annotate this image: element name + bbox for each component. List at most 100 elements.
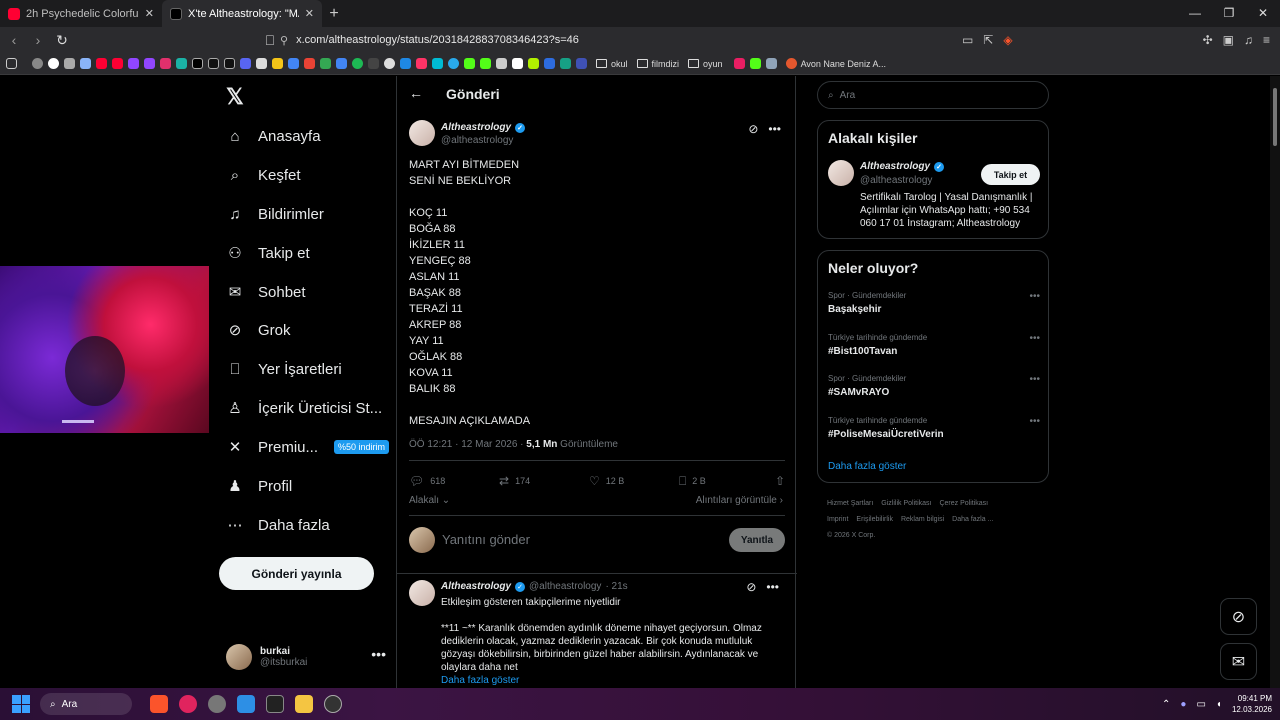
nav-item-10[interactable]: ⋯ Daha fazla bbox=[226, 511, 330, 539]
floating-video-player[interactable] bbox=[0, 266, 209, 433]
grok-icon[interactable]: ⊘ bbox=[748, 122, 758, 136]
video-progress-bar[interactable] bbox=[62, 420, 94, 423]
bookmark-icon[interactable] bbox=[336, 58, 347, 69]
avatar[interactable] bbox=[409, 580, 435, 606]
messages-fab-button[interactable]: ✉ bbox=[1220, 643, 1257, 680]
brave-shield-icon[interactable]: ◈ bbox=[1003, 33, 1012, 47]
follow-button[interactable]: Takip et bbox=[981, 164, 1040, 185]
photos-icon[interactable] bbox=[237, 695, 255, 713]
history-icon[interactable] bbox=[32, 58, 43, 69]
sidebar-icon[interactable]: ▣ bbox=[1223, 33, 1234, 47]
related-user-handle[interactable]: @altheastrology bbox=[860, 175, 932, 186]
twitch-icon[interactable] bbox=[128, 58, 139, 69]
spotify-icon[interactable] bbox=[352, 58, 363, 69]
cast-icon[interactable]: ▭ bbox=[962, 33, 973, 47]
more-options-icon[interactable]: ••• bbox=[371, 646, 386, 662]
youtube-icon[interactable] bbox=[112, 58, 123, 69]
nav-item-4[interactable]: ✉ Sohbet bbox=[226, 278, 306, 306]
reply-author-name[interactable]: Altheastrology bbox=[441, 581, 511, 592]
show-more-link[interactable]: Daha fazla göster bbox=[441, 675, 519, 686]
trend-item[interactable]: Spor · Gündemdekiler #SAMvRAYO ••• bbox=[828, 374, 1040, 398]
avatar[interactable] bbox=[828, 160, 854, 186]
github-icon[interactable] bbox=[384, 58, 395, 69]
post-button[interactable]: Gönderi yayınla bbox=[219, 557, 374, 590]
scrollbar-thumb[interactable] bbox=[1273, 88, 1277, 146]
nav-item-2[interactable]: ♫ Bildirimler bbox=[226, 200, 323, 228]
twitch-icon[interactable] bbox=[144, 58, 155, 69]
nav-item-9[interactable]: ♟ Profil bbox=[226, 472, 292, 500]
reply-input[interactable]: Yanıtını gönder bbox=[442, 532, 530, 547]
clock[interactable]: 09:41 PM 12.03.2026 bbox=[1232, 693, 1272, 715]
apps-icon[interactable] bbox=[6, 58, 17, 69]
more-options-icon[interactable]: ••• bbox=[1029, 333, 1040, 344]
bookmark-icon[interactable] bbox=[765, 58, 777, 69]
bookmark-icon[interactable] bbox=[400, 58, 411, 69]
repost-action[interactable]: ⇄ 174 bbox=[499, 474, 589, 488]
media-icon[interactable]: ♫ bbox=[1244, 33, 1253, 47]
nav-item-8[interactable]: ✕ Premiu... %50 indirim bbox=[226, 433, 390, 461]
bookmark-folder[interactable]: filmdizi bbox=[636, 59, 679, 69]
trend-item[interactable]: Spor · Gündemdekiler Başakşehir ••• bbox=[828, 291, 1040, 315]
forward-icon[interactable]: › bbox=[28, 32, 48, 48]
bookmark-icon[interactable] bbox=[64, 58, 75, 69]
bookmark-icon[interactable] bbox=[544, 58, 555, 69]
telegram-icon[interactable] bbox=[448, 58, 459, 69]
grok-icon[interactable]: ⊘ bbox=[746, 580, 756, 594]
promo-badge[interactable]: %50 indirim bbox=[334, 440, 390, 454]
trend-item[interactable]: Türkiye tarihinde gündemde #PoliseMesaiÜc… bbox=[828, 416, 1040, 440]
bookmark-icon[interactable] bbox=[432, 58, 443, 69]
reply-action[interactable]: 💬︎ 618 bbox=[409, 474, 499, 488]
nav-item-3[interactable]: ⚇ Takip et bbox=[226, 239, 309, 267]
reply-button[interactable]: Yanıtla bbox=[729, 528, 785, 552]
footer-link[interactable]: Imprint bbox=[827, 516, 848, 523]
bookmark-folder[interactable]: okul bbox=[596, 59, 628, 69]
footer-link[interactable]: Hizmet Şartları bbox=[827, 500, 873, 507]
footer-link[interactable]: Gizlilik Politikası bbox=[881, 500, 931, 507]
bookmark-action[interactable]: ⎕ 2 B bbox=[679, 474, 771, 489]
extensions-icon[interactable]: ✣ bbox=[1203, 33, 1213, 47]
chevron-up-icon[interactable]: ⌃ bbox=[1162, 699, 1170, 710]
reply-author-handle[interactable]: @altheastrology bbox=[529, 581, 601, 592]
volume-icon[interactable]: ◖ bbox=[1216, 699, 1222, 710]
bookmark-icon[interactable] bbox=[496, 58, 507, 69]
bookmark-icon[interactable] bbox=[80, 58, 91, 69]
google-icon[interactable] bbox=[48, 58, 59, 69]
bookmark-icon[interactable] bbox=[416, 58, 427, 69]
avatar[interactable] bbox=[409, 120, 435, 146]
app-icon[interactable] bbox=[208, 695, 226, 713]
footer-link[interactable]: Çerez Politikası bbox=[939, 500, 988, 507]
more-options-icon[interactable]: ••• bbox=[766, 580, 779, 594]
nav-item-1[interactable]: ⌕ Keşfet bbox=[226, 161, 301, 189]
file-explorer-icon[interactable] bbox=[295, 695, 313, 713]
account-switcher[interactable]: burkai @itsburkai ••• bbox=[226, 642, 386, 672]
footer-link[interactable]: Daha fazla ... bbox=[952, 516, 993, 523]
x-logo-icon[interactable]: 𝕏 bbox=[226, 84, 244, 110]
bookmark-icon[interactable] bbox=[560, 58, 571, 69]
minimize-button[interactable]: — bbox=[1178, 0, 1212, 27]
bookmark-icon[interactable] bbox=[288, 58, 299, 69]
new-tab-button[interactable]: + bbox=[322, 0, 346, 27]
discord-icon[interactable] bbox=[240, 58, 251, 69]
nav-item-5[interactable]: ⊘ Grok bbox=[226, 316, 291, 344]
share-icon[interactable]: ⇱ bbox=[983, 33, 993, 47]
x-icon[interactable] bbox=[192, 58, 203, 69]
like-action[interactable]: ♡ 12 B bbox=[589, 474, 679, 488]
taskbar-search[interactable]: ⌕ Ara bbox=[40, 693, 132, 715]
search-input[interactable]: ⌕ Ara bbox=[817, 81, 1049, 109]
nav-item-0[interactable]: ⌂ Anasayfa bbox=[226, 122, 320, 150]
back-arrow-icon[interactable]: ← bbox=[409, 85, 423, 101]
footer-link[interactable]: Erişilebilirlik bbox=[856, 516, 893, 523]
reply-timestamp[interactable]: · 21s bbox=[605, 581, 627, 592]
tiktok-icon[interactable] bbox=[208, 58, 219, 69]
more-options-icon[interactable]: ••• bbox=[1029, 291, 1040, 302]
more-options-icon[interactable]: ••• bbox=[768, 122, 781, 136]
bookmark-icon[interactable] bbox=[368, 58, 379, 69]
kick-icon[interactable] bbox=[749, 58, 761, 69]
more-options-icon[interactable]: ••• bbox=[1029, 374, 1040, 385]
instagram-icon[interactable] bbox=[160, 58, 171, 69]
start-button[interactable] bbox=[12, 695, 30, 713]
bookmark-icon[interactable] bbox=[176, 58, 187, 69]
bookmark-icon[interactable] bbox=[272, 58, 283, 69]
grok-app-icon[interactable] bbox=[266, 695, 284, 713]
grok-fab-button[interactable]: ⊘ bbox=[1220, 598, 1257, 635]
